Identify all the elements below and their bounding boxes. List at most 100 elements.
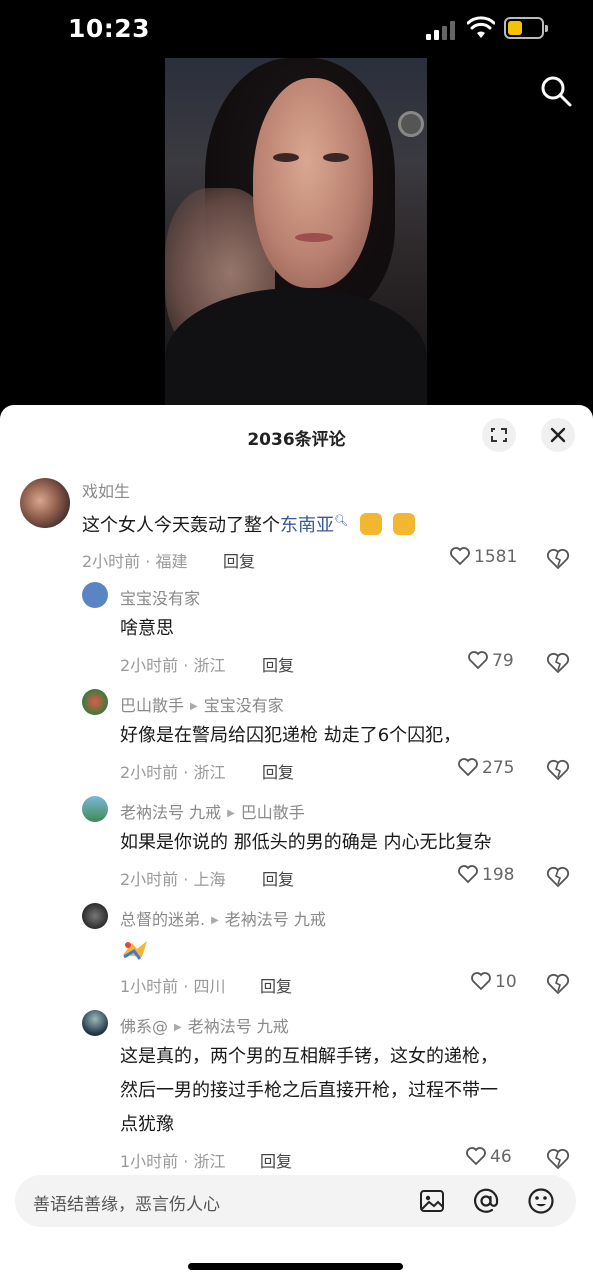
reply-author[interactable]: 巴山散手	[120, 696, 184, 715]
broken-heart-icon[interactable]	[546, 651, 570, 675]
reply-target[interactable]: 宝宝没有家	[204, 696, 284, 715]
keyword-search-icon: 🔍︎	[334, 514, 348, 527]
comment-username: 巴山散手 ▶ 宝宝没有家	[120, 692, 284, 716]
comment-text-line: 然后一男的接过手枪之后直接开枪，过程不带一	[120, 1080, 498, 1101]
comment-meta: 2小时前 · 浙江	[120, 656, 226, 675]
comment-keyword-link[interactable]: 东南亚	[280, 515, 334, 536]
comment-reply-item: 总督的迷弟. ▶ 老衲法号 九戒 1小时前 · 四川 回复 10	[0, 901, 593, 1008]
comments-panel: 2036条评论 戏如生 这个女人今天轰动了整个东南亚🔍︎ 2小时前 · 福建 回…	[0, 405, 593, 1280]
reply-button[interactable]: 回复	[262, 652, 294, 676]
heart-icon	[458, 758, 478, 777]
like-button[interactable]: 10	[470, 971, 517, 992]
broken-heart-icon[interactable]	[546, 1147, 570, 1171]
search-icon[interactable]	[538, 73, 574, 109]
heart-icon	[450, 547, 470, 566]
reply-author[interactable]: 总督的迷弟.	[120, 910, 205, 929]
reply-button[interactable]: 回复	[262, 759, 294, 783]
like-count: 79	[492, 651, 514, 671]
heart-icon	[466, 1147, 486, 1166]
reply-author[interactable]: 老衲法号 九戒	[120, 803, 221, 822]
like-button[interactable]: 1581	[449, 546, 517, 567]
broken-heart-icon[interactable]	[546, 865, 570, 889]
reply-arrow-icon: ▶	[227, 808, 235, 819]
heart-icon	[471, 972, 491, 991]
avatar[interactable]	[82, 689, 108, 715]
broken-heart-icon[interactable]	[546, 972, 570, 996]
comment-input-placeholder[interactable]: 善语结善缘，恶言伤人心	[33, 1190, 220, 1215]
broken-heart-icon[interactable]	[546, 547, 570, 571]
close-icon	[550, 427, 566, 443]
like-button[interactable]: 275	[457, 757, 514, 778]
comment-time: 1小时前	[120, 1152, 179, 1171]
like-button[interactable]: 198	[457, 864, 514, 885]
comment-time: 2小时前	[120, 763, 179, 782]
comment-time: 2小时前	[120, 656, 179, 675]
like-button[interactable]: 46	[465, 1146, 512, 1167]
comment-input-bar[interactable]: 善语结善缘，恶言伤人心	[15, 1175, 576, 1227]
home-indicator[interactable]	[188, 1263, 403, 1270]
like-count: 198	[482, 865, 515, 885]
status-time: 10:23	[68, 14, 151, 43]
avatar[interactable]	[20, 478, 70, 528]
close-button[interactable]	[541, 418, 575, 452]
video-player[interactable]	[165, 58, 427, 408]
comment-location: 上海	[193, 870, 226, 889]
comment-meta: 1小时前 · 浙江	[120, 1152, 226, 1171]
comment-text: 如果是你说的 那低头的男的确是 内心无比复杂	[120, 832, 492, 853]
thumbs-up-emoji-icon	[359, 513, 382, 535]
comment-meta: 2小时前 · 福建	[82, 552, 188, 571]
reply-arrow-icon: ▶	[211, 915, 219, 926]
comment-username[interactable]: 宝宝没有家	[120, 585, 200, 609]
reply-button[interactable]: 回复	[223, 548, 255, 572]
comment-time: 2小时前	[82, 552, 141, 571]
reply-button[interactable]: 回复	[262, 866, 294, 890]
reply-button[interactable]: 回复	[260, 1148, 292, 1172]
like-button[interactable]: 79	[467, 650, 514, 671]
like-count: 275	[482, 758, 515, 778]
emoji-icon[interactable]	[527, 1187, 555, 1215]
reply-target[interactable]: 巴山散手	[241, 803, 305, 822]
comment-username: 佛系@ ▶ 老衲法号 九戒	[120, 1013, 289, 1037]
avatar[interactable]	[82, 1010, 108, 1036]
reply-button[interactable]: 回复	[260, 973, 292, 997]
sticker-emoji-icon	[123, 941, 147, 960]
comment-time: 1小时前	[120, 977, 179, 996]
like-count: 1581	[474, 547, 518, 567]
comment-time: 2小时前	[120, 870, 179, 889]
like-count: 10	[495, 972, 517, 992]
comment-username: 老衲法号 九戒 ▶ 巴山散手	[120, 799, 305, 823]
thumbs-up-emoji-icon	[393, 513, 416, 535]
comment-location: 浙江	[193, 763, 226, 782]
expand-button[interactable]	[482, 418, 516, 452]
cellular-signal-icon	[426, 20, 456, 40]
comment-location: 福建	[155, 552, 188, 571]
reply-arrow-icon: ▶	[174, 1022, 182, 1033]
at-icon[interactable]	[472, 1187, 500, 1215]
comment-text-line: 点犹豫	[120, 1114, 174, 1135]
expand-icon	[491, 428, 507, 442]
avatar[interactable]	[82, 903, 108, 929]
wifi-icon	[467, 16, 495, 38]
broken-heart-icon[interactable]	[546, 758, 570, 782]
avatar[interactable]	[82, 796, 108, 822]
comment-text: 啥意思	[120, 618, 174, 639]
comment-reply-item: 佛系@ ▶ 老衲法号 九戒 这是真的，两个男的互相解手铐，这女的递枪， 然后一男的接…	[0, 1008, 593, 1173]
battery-icon	[504, 17, 548, 39]
comment-location: 浙江	[193, 1152, 226, 1171]
floating-dot-icon	[398, 111, 424, 137]
image-icon[interactable]	[418, 1187, 446, 1215]
status-bar: 10:23	[0, 0, 593, 58]
reply-target[interactable]: 老衲法号 九戒	[225, 910, 326, 929]
reply-target[interactable]: 老衲法号 九戒	[188, 1017, 289, 1036]
comment-item: 戏如生 这个女人今天轰动了整个东南亚🔍︎ 2小时前 · 福建 回复 1581	[0, 470, 593, 580]
comment-location: 四川	[193, 977, 226, 996]
like-count: 46	[490, 1147, 512, 1167]
comment-reply-item: 巴山散手 ▶ 宝宝没有家 好像是在警局给囚犯递枪 劫走了6个囚犯， 2小时前 · 浙…	[0, 687, 593, 794]
comment-location: 浙江	[193, 656, 226, 675]
comment-username[interactable]: 戏如生	[82, 478, 130, 502]
avatar[interactable]	[82, 582, 108, 608]
heart-icon	[458, 865, 478, 884]
heart-icon	[468, 651, 488, 670]
reply-author[interactable]: 佛系@	[120, 1017, 168, 1036]
comment-reply-item: 宝宝没有家 啥意思 2小时前 · 浙江 回复 79	[0, 580, 593, 687]
